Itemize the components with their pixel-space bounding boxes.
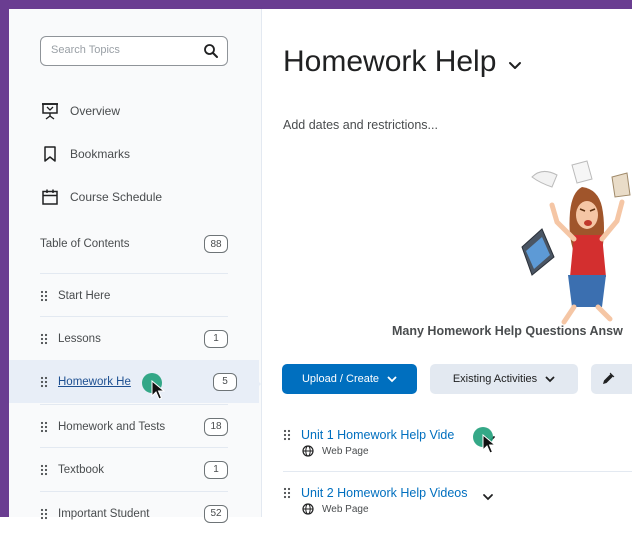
presentation-icon <box>40 101 60 121</box>
calendar-icon <box>40 187 60 207</box>
active-indicator-notch <box>252 375 261 393</box>
drag-handle-icon[interactable] <box>40 421 48 433</box>
chevron-down-icon <box>387 376 397 382</box>
nav-label-overview: Overview <box>70 104 121 118</box>
toc-item-important-student[interactable]: Important Student 52 <box>40 491 228 535</box>
drag-handle-icon[interactable] <box>40 464 48 476</box>
page-title-text: Homework Help <box>283 45 497 78</box>
toc-item-label: Important Student <box>58 507 150 520</box>
illustration-caption: Many Homework Help Questions Answ <box>392 324 623 338</box>
topic-title-link[interactable]: Unit 2 Homework Help Videos <box>301 486 468 500</box>
nav-label-bookmarks: Bookmarks <box>70 147 131 161</box>
existing-activities-label: Existing Activities <box>452 373 538 385</box>
existing-activities-button[interactable]: Existing Activities <box>430 364 578 394</box>
mouse-cursor-icon <box>482 434 496 454</box>
topic-divider <box>283 471 632 472</box>
chevron-down-icon <box>545 376 555 382</box>
drag-handle-icon[interactable] <box>40 290 48 302</box>
topic-item-unit-1[interactable]: Unit 1 Homework Help Vide Web Page <box>283 427 632 457</box>
topic-title-link[interactable]: Unit 1 Homework Help Vide <box>301 428 454 442</box>
nav-item-course-schedule[interactable]: Course Schedule <box>40 185 162 209</box>
toc-item-homework-help[interactable]: Homework He 5 <box>9 360 259 403</box>
bulk-edit-button[interactable] <box>591 364 632 394</box>
drag-handle-icon[interactable] <box>283 429 291 441</box>
chevron-down-icon[interactable] <box>508 61 522 71</box>
upload-create-button[interactable]: Upload / Create <box>282 364 417 394</box>
pencil-icon <box>603 372 615 384</box>
topic-type-label: Web Page <box>322 445 369 457</box>
globe-icon <box>302 503 314 515</box>
search-box <box>40 36 228 66</box>
nav-label-course-schedule: Course Schedule <box>70 190 163 204</box>
toc-item-lessons[interactable]: Lessons 1 <box>40 316 228 360</box>
topic-type-label: Web Page <box>322 503 369 515</box>
nav-item-overview[interactable]: Overview <box>40 99 120 123</box>
chevron-down-icon[interactable] <box>482 493 494 501</box>
search-input[interactable] <box>51 44 191 56</box>
upload-create-label: Upload / Create <box>301 373 380 385</box>
toc-item-homework-and-tests[interactable]: Homework and Tests 18 <box>40 404 228 448</box>
main-content: Homework Help Add dates and restrictions… <box>262 9 632 517</box>
toc-item-textbook[interactable]: Textbook 1 <box>40 447 228 491</box>
drag-handle-icon[interactable] <box>283 487 291 499</box>
toc-item-label: Homework He <box>58 375 131 388</box>
add-dates-restrictions-link[interactable]: Add dates and restrictions... <box>283 118 438 132</box>
globe-icon <box>302 445 314 457</box>
table-of-contents-header[interactable]: Table of Contents 88 <box>40 232 228 256</box>
toc-label: Table of Contents <box>40 238 130 250</box>
bookmark-icon <box>40 144 60 164</box>
toc-item-start-here[interactable]: Start Here <box>40 273 228 317</box>
toc-item-count-badge: 1 <box>204 329 228 348</box>
toc-item-label: Start Here <box>58 289 111 302</box>
nav-item-bookmarks[interactable]: Bookmarks <box>40 142 130 166</box>
toc-item-count-badge: 18 <box>204 417 228 436</box>
search-icon[interactable] <box>203 43 219 59</box>
drag-handle-icon[interactable] <box>40 508 48 520</box>
window-frame-top <box>0 0 632 9</box>
toc-item-count-badge: 1 <box>204 460 228 479</box>
toc-item-label: Textbook <box>58 463 105 476</box>
toc-item-count-badge: 52 <box>204 504 228 523</box>
stressed-student-illustration <box>521 160 631 325</box>
window-frame-left <box>0 0 9 517</box>
topic-item-unit-2[interactable]: Unit 2 Homework Help Videos Web Page <box>283 485 632 515</box>
drag-handle-icon[interactable] <box>40 333 48 345</box>
toc-item-label: Homework and Tests <box>58 420 166 433</box>
toc-count-badge: 88 <box>204 235 228 253</box>
page-title[interactable]: Homework Help <box>283 45 522 79</box>
toc-item-label: Lessons <box>58 332 101 345</box>
mouse-cursor-icon <box>151 380 165 400</box>
toc-item-count-badge: 5 <box>213 372 237 391</box>
drag-handle-icon[interactable] <box>40 376 48 388</box>
